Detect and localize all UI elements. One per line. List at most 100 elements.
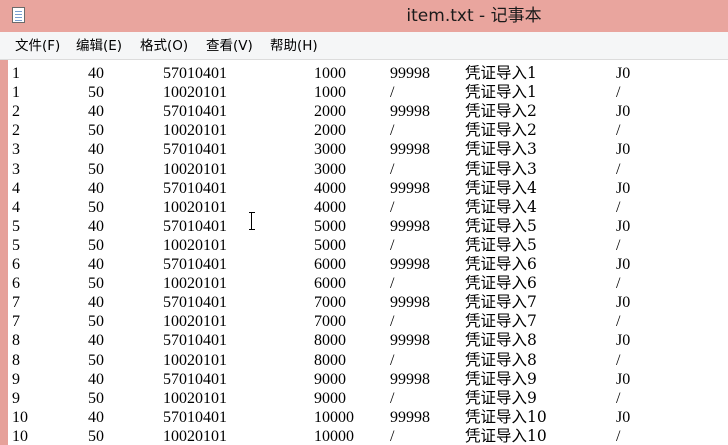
col-voucher-no: 10 [12,408,28,426]
col-text: 凭证导入10 [465,426,547,445]
col-posting-key: 50 [88,122,104,140]
col-type: / [616,122,621,140]
col-type: J0 [616,141,631,159]
col-posting-key: 50 [88,198,104,216]
col-voucher-no: 2 [12,122,20,140]
col-type: J0 [616,294,631,312]
col-type: / [616,236,621,254]
col-amount: 1000 [314,65,346,82]
col-type: / [616,275,621,293]
col-text: 凭证导入2 [465,102,537,121]
col-account: 10020101 [163,313,227,331]
col-amount: 7000 [314,313,346,331]
col-voucher-no: 1 [12,65,20,82]
col-posting-key: 40 [88,408,104,426]
col-posting-key: 40 [88,256,104,273]
col-amount: 4000 [314,198,346,216]
col-account: 10020101 [163,351,227,369]
col-cost-center: 99998 [390,179,430,197]
col-text: 凭证导入10 [465,407,547,426]
col-cost-center: / [390,313,395,331]
notepad-window: item.txt - 记事本 文件(F) 编辑(E) 格式(O) 查看(V) 帮… [0,0,728,445]
col-voucher-no: 3 [12,141,20,159]
col-text: 凭证导入2 [465,121,537,140]
col-voucher-no: 8 [12,332,20,350]
col-account: 10020101 [163,389,227,407]
col-text: 凭证导入3 [465,140,537,159]
col-cost-center: 99998 [390,332,430,350]
col-text: 凭证导入5 [465,235,537,254]
title-bar[interactable]: item.txt - 记事本 [0,0,728,32]
col-voucher-no: 9 [12,370,20,388]
col-posting-key: 50 [88,275,104,293]
menu-view[interactable]: 查看(V) [206,32,253,60]
col-account: 57010401 [163,65,227,82]
col-amount: 1000 [314,84,346,102]
col-amount: 8000 [314,332,346,350]
col-voucher-no: 4 [12,179,20,197]
text-cursor-icon [249,212,255,230]
col-account: 57010401 [163,103,227,121]
col-type: J0 [616,65,631,82]
col-amount: 7000 [314,294,346,312]
col-type: / [616,160,621,178]
col-type: J0 [616,408,631,426]
col-account: 10020101 [163,275,227,293]
col-account: 57010401 [163,294,227,312]
menu-help[interactable]: 帮助(H) [270,32,318,60]
col-amount: 6000 [314,275,346,293]
col-type: J0 [616,179,631,197]
col-text: 凭证导入1 [465,64,537,82]
col-voucher-no: 9 [12,389,20,407]
col-cost-center: / [390,198,395,216]
col-posting-key: 40 [88,141,104,159]
col-posting-key: 50 [88,160,104,178]
menu-format[interactable]: 格式(O) [140,32,188,60]
col-text: 凭证导入9 [465,388,537,407]
col-amount: 9000 [314,370,346,388]
menu-edit[interactable]: 编辑(E) [76,32,122,60]
col-cost-center: 99998 [390,141,430,159]
col-voucher-no: 3 [12,160,20,178]
col-type: / [616,427,621,445]
col-account: 57010401 [163,408,227,426]
col-posting-key: 50 [88,389,104,407]
col-voucher-no: 7 [12,313,20,331]
col-posting-key: 40 [88,179,104,197]
menu-file[interactable]: 文件(F) [15,32,60,60]
col-amount: 8000 [314,351,346,369]
col-account: 10020101 [163,236,227,254]
col-type: / [616,351,621,369]
col-type: / [616,198,621,216]
col-cost-center: / [390,427,395,445]
col-posting-key: 50 [88,236,104,254]
col-cost-center: / [390,275,395,293]
menu-bar: 文件(F) 编辑(E) 格式(O) 查看(V) 帮助(H) [0,32,728,60]
col-posting-key: 50 [88,84,104,102]
text-editor-area[interactable]: 10 50 10020101 10000/凭证导入10/10 40 57010401 100… [0,60,728,445]
col-amount: 3000 [314,141,346,159]
col-cost-center: / [390,236,395,254]
col-account: 10020101 [163,427,227,445]
col-voucher-no: 10 [12,427,28,445]
col-amount: 6000 [314,256,346,273]
col-amount: 5000 [314,236,346,254]
col-account: 10020101 [163,84,227,102]
col-cost-center: 99998 [390,217,430,235]
col-text: 凭证导入5 [465,216,537,235]
col-text: 凭证导入4 [465,197,537,216]
col-account: 10020101 [163,160,227,178]
col-type: J0 [616,217,631,235]
col-text: 凭证导入9 [465,369,537,388]
col-cost-center: / [390,351,395,369]
col-voucher-no: 6 [12,275,20,293]
col-type: J0 [616,332,631,350]
col-amount: 5000 [314,217,346,235]
col-text: 凭证导入7 [465,312,537,331]
col-cost-center: / [390,84,395,102]
col-posting-key: 40 [88,217,104,235]
col-amount: 9000 [314,389,346,407]
col-amount: 2000 [314,122,346,140]
col-cost-center: 99998 [390,408,430,426]
col-voucher-no: 6 [12,256,20,273]
